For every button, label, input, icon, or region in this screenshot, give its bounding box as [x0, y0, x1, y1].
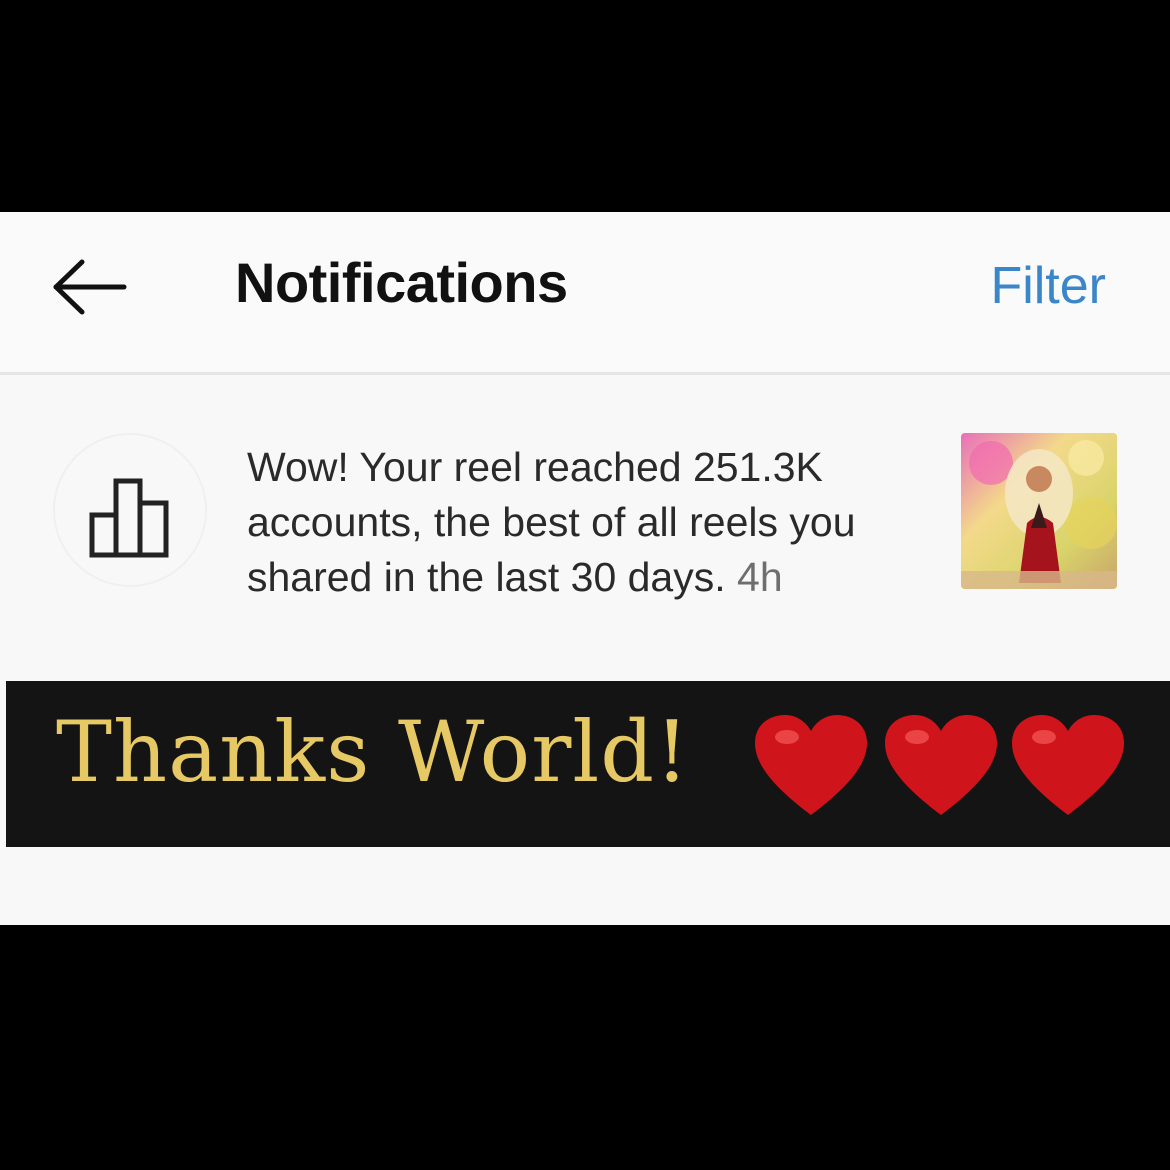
header-bar: Notifications Filter	[0, 212, 1170, 375]
banner-text: Thanks World!	[56, 703, 690, 801]
notification-text: Wow! Your reel reached 251.3K accounts, …	[247, 440, 947, 605]
notification-line-1: Wow! Your reel reached 251.3K	[247, 444, 823, 490]
thanks-banner: Thanks World!	[6, 681, 1170, 847]
heart-icon	[1008, 711, 1128, 819]
heart-icon	[751, 711, 871, 819]
notification-item[interactable]: Wow! Your reel reached 251.3K accounts, …	[0, 375, 1170, 675]
notification-line-3: shared in the last 30 days.	[247, 554, 726, 600]
notification-time: 4h	[737, 554, 783, 600]
page-title: Notifications	[235, 251, 568, 314]
back-arrow-icon[interactable]	[48, 252, 132, 322]
filter-button[interactable]: Filter	[990, 256, 1106, 316]
insights-chart-icon	[88, 475, 172, 559]
heart-icon	[881, 711, 1001, 819]
notification-line-3-wrap: shared in the last 30 days. 4h	[247, 550, 947, 605]
notifications-screen: Notifications Filter Wow! Your reel reac…	[0, 212, 1170, 925]
notification-line-2: accounts, the best of all reels you	[247, 499, 856, 545]
reel-thumbnail[interactable]	[961, 433, 1117, 589]
notification-avatar	[55, 435, 205, 585]
